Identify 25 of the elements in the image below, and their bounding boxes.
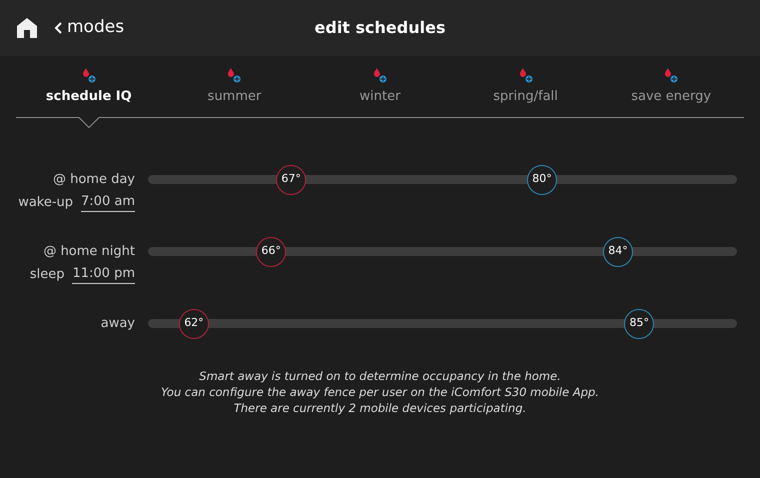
time-field[interactable]: 11:00 pm	[72, 264, 135, 284]
time-label: wake-up	[18, 194, 74, 212]
chevron-left-icon	[54, 22, 63, 34]
page-title: edit schedules	[314, 17, 446, 39]
mode-tab[interactable]: spring/fall	[452, 56, 598, 117]
temperature-thumb[interactable]: 62°	[178, 308, 209, 338]
mode-tab[interactable]: schedule IQ	[16, 56, 162, 117]
temperature-thumb[interactable]: 67°	[276, 164, 306, 194]
time-field[interactable]: 7:00 am	[81, 192, 135, 212]
info-message: There are currently 2 mobile devices participating.	[234, 400, 526, 416]
temperature-thumb[interactable]: 84°	[603, 236, 634, 266]
home-icon[interactable]	[16, 17, 38, 39]
mode-tab[interactable]: save energy	[598, 56, 744, 117]
mode-tab[interactable]: winter	[307, 56, 453, 117]
time-label: sleep	[30, 266, 64, 284]
temperature-thumb[interactable]: 80°	[527, 164, 558, 194]
schedule-name: @ home night	[43, 243, 135, 261]
back-button[interactable]: modes	[54, 15, 124, 41]
schedule-name: @ home day	[52, 171, 135, 189]
schedule-name: away	[100, 315, 135, 333]
mode-tab[interactable]: summer	[162, 56, 308, 117]
temperature-thumb[interactable]: 66°	[256, 236, 286, 266]
info-message: Smart away is turned on to determine occupancy in the home.	[199, 368, 561, 384]
temperature-thumb[interactable]: 85°	[624, 308, 654, 338]
info-message: You can configure the away fence per user on the iComfort S30 mobile App.	[161, 384, 599, 400]
